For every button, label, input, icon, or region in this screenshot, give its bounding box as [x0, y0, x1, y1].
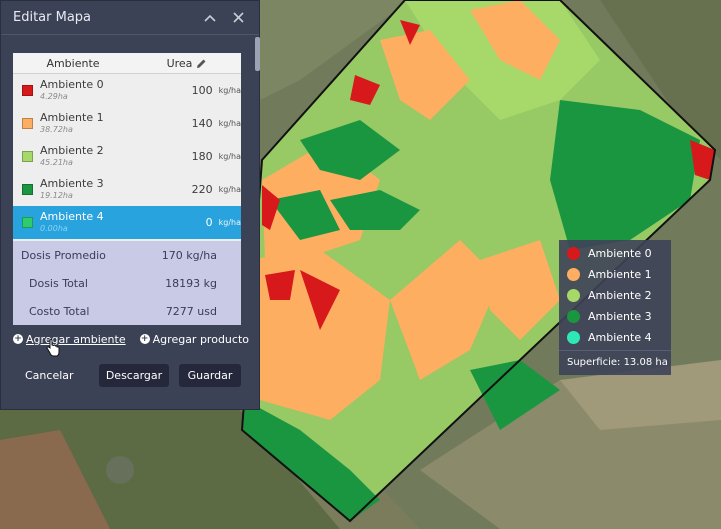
table-row-ambiente-3[interactable]: Ambiente 3 19.12ha 220 kg/ha	[13, 173, 241, 206]
legend-item: Ambiente 0	[559, 243, 671, 264]
dose-value[interactable]: 100	[148, 84, 213, 97]
dose-value[interactable]: 140	[148, 117, 213, 130]
table-row-ambiente-4[interactable]: Ambiente 4 0.00ha 0 kg/ha	[13, 206, 241, 239]
ambiente-name: Ambiente 3	[40, 176, 104, 190]
col-urea: Urea	[133, 57, 241, 70]
superficie-label: Superficie: 13.08 ha	[559, 350, 671, 373]
ambiente-area: 0.00ha	[40, 223, 68, 233]
color-swatch[interactable]	[22, 151, 33, 162]
pencil-icon[interactable]	[196, 58, 207, 69]
plus-circle-icon: +	[139, 334, 150, 344]
download-button[interactable]: Descargar	[99, 364, 169, 387]
dose-summary: Dosis Promedio 170 kg/ha Dosis Total 181…	[13, 241, 241, 325]
costo-total-label: Costo Total	[29, 304, 90, 318]
chevron-up-icon	[204, 14, 216, 22]
save-button[interactable]: Guardar	[179, 364, 241, 387]
panel-title: Editar Mapa	[13, 10, 92, 25]
ambiente-name: Ambiente 4	[40, 209, 104, 223]
cancel-button[interactable]: Cancelar	[13, 364, 79, 387]
legend-dot	[567, 247, 580, 260]
color-swatch[interactable]	[22, 118, 33, 129]
table-row-ambiente-2[interactable]: Ambiente 2 45.21ha 180 kg/ha	[13, 140, 241, 173]
ambiente-name: Ambiente 1	[40, 110, 104, 124]
map-legend: Ambiente 0 Ambiente 1 Ambiente 2 Ambient…	[559, 240, 671, 375]
add-ambiente-label: Agregar ambiente	[26, 332, 126, 346]
ambiente-name: Ambiente 2	[40, 143, 104, 157]
ambiente-area: 45.21ha	[40, 157, 73, 167]
legend-item: Ambiente 4	[559, 327, 671, 348]
close-button[interactable]	[227, 7, 249, 29]
table-header: Ambiente Urea	[13, 53, 241, 74]
legend-item: Ambiente 3	[559, 306, 671, 327]
add-producto-label: Agregar producto	[152, 332, 249, 346]
table-row-ambiente-1[interactable]: Ambiente 1 38.72ha 140 kg/ha	[13, 107, 241, 140]
ambientes-table: Ambiente Urea Ambiente 0 4.29ha 100 kg/h…	[13, 53, 241, 241]
color-swatch[interactable]	[22, 85, 33, 96]
color-swatch[interactable]	[22, 217, 33, 228]
dosis-total-value: 18193 kg	[165, 276, 217, 290]
close-icon	[232, 12, 244, 23]
legend-dot	[567, 310, 580, 323]
ambiente-area: 19.12ha	[40, 190, 73, 200]
plus-circle-icon: +	[13, 334, 23, 344]
ambiente-area: 38.72ha	[40, 124, 73, 134]
hand-pointer-icon	[46, 339, 60, 357]
legend-label: Ambiente 0	[588, 247, 652, 260]
legend-item: Ambiente 1	[559, 264, 671, 285]
legend-dot	[567, 331, 580, 344]
dosis-promedio-label: Dosis Promedio	[21, 248, 106, 262]
legend-label: Ambiente 4	[588, 331, 652, 344]
edit-map-panel: Editar Mapa Ambiente Urea Ambiente 0 4.2…	[0, 0, 260, 410]
panel-header: Editar Mapa	[1, 1, 259, 35]
collapse-button[interactable]	[199, 7, 221, 29]
dose-unit: kg/ha	[218, 119, 241, 128]
dose-unit: kg/ha	[218, 185, 241, 194]
dose-unit: kg/ha	[218, 152, 241, 161]
ambiente-name: Ambiente 0	[40, 77, 104, 91]
col-urea-label: Urea	[166, 56, 193, 70]
dose-value[interactable]: 220	[148, 183, 213, 196]
costo-total-value: 7277 usd	[165, 304, 217, 318]
table-row-ambiente-0[interactable]: Ambiente 0 4.29ha 100 kg/ha	[13, 74, 241, 107]
add-ambiente-link[interactable]: + Agregar ambiente	[13, 331, 126, 347]
dose-value[interactable]: 180	[148, 150, 213, 163]
panel-scrollbar[interactable]	[255, 37, 260, 71]
legend-label: Ambiente 2	[588, 289, 652, 302]
dose-unit: kg/ha	[218, 218, 241, 227]
legend-dot	[567, 289, 580, 302]
legend-item: Ambiente 2	[559, 285, 671, 306]
legend-label: Ambiente 3	[588, 310, 652, 323]
dosis-promedio-value: 170 kg/ha	[161, 248, 217, 262]
color-swatch[interactable]	[22, 184, 33, 195]
legend-label: Ambiente 1	[588, 268, 652, 281]
dose-value[interactable]: 0	[148, 216, 213, 229]
dosis-total-label: Dosis Total	[29, 276, 88, 290]
col-ambiente: Ambiente	[46, 56, 100, 70]
legend-dot	[567, 268, 580, 281]
add-producto-link[interactable]: + Agregar producto	[139, 331, 249, 347]
dose-unit: kg/ha	[218, 86, 241, 95]
ambiente-area: 4.29ha	[40, 91, 68, 101]
